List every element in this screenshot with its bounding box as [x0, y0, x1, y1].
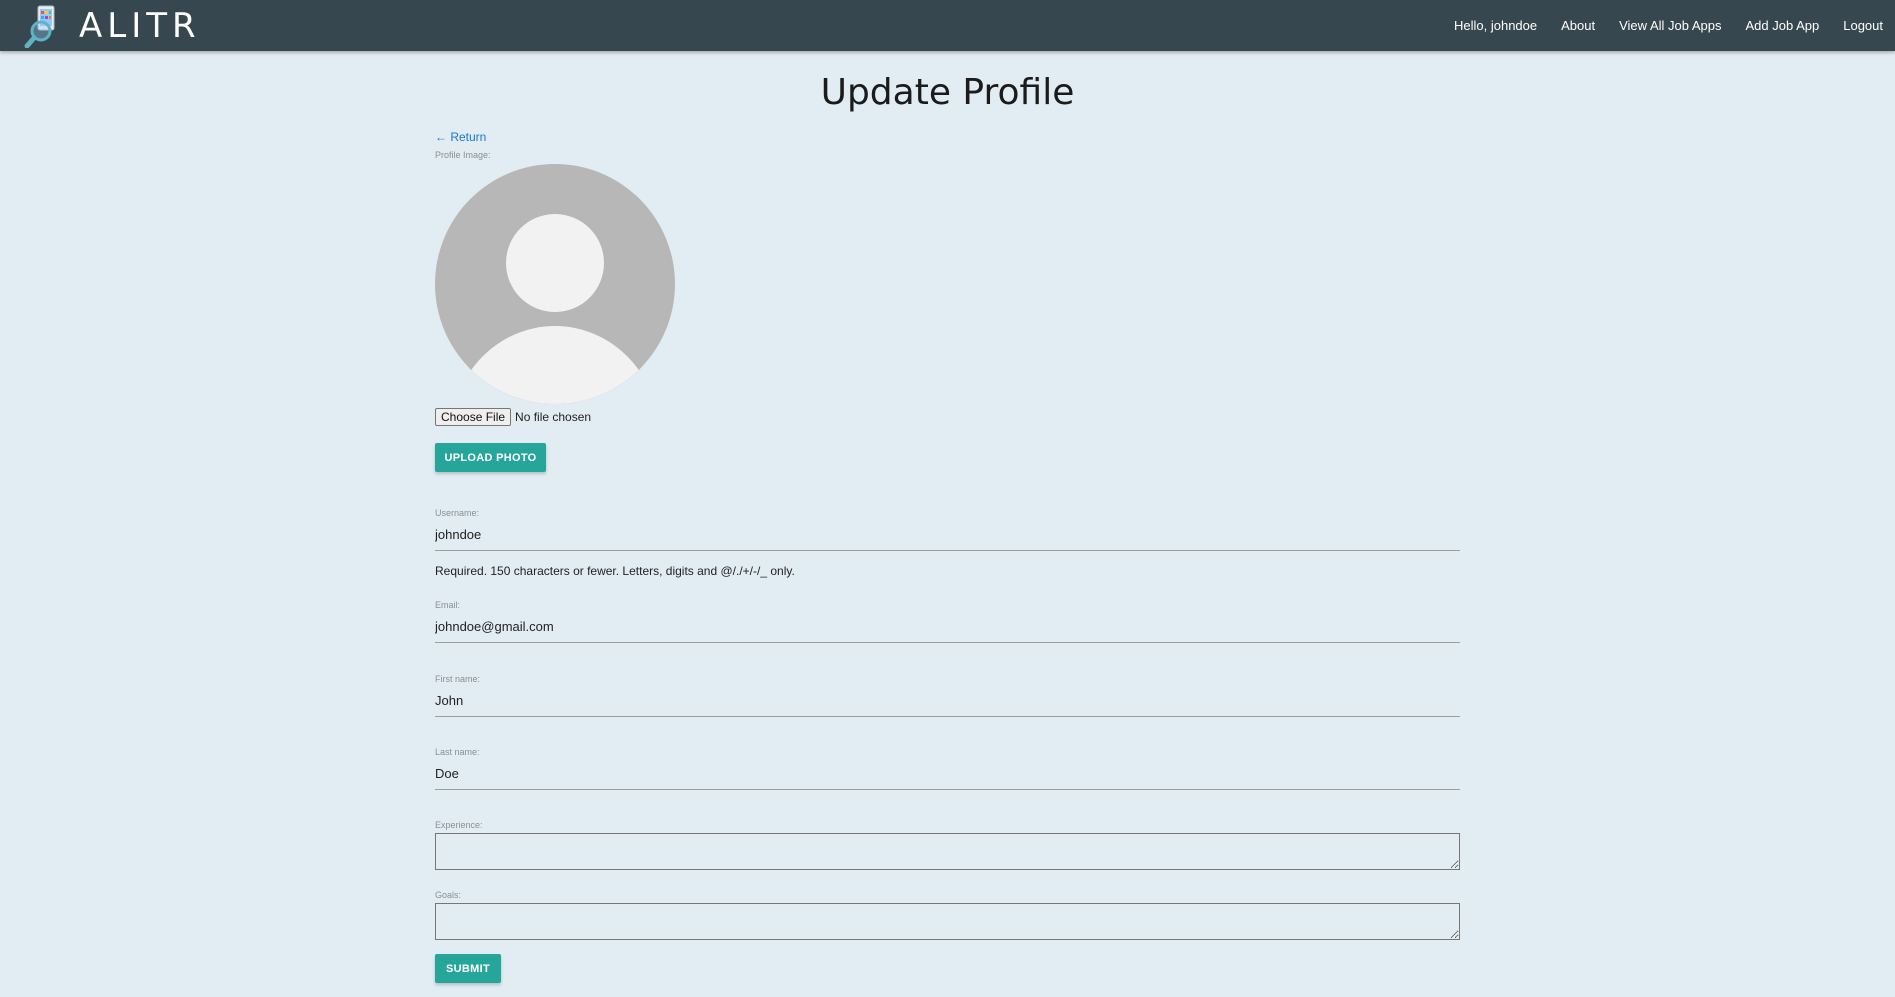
nav-links: Hello, johndoe About View All Job Apps A…	[1442, 0, 1895, 51]
brand-link[interactable]: ALITR	[24, 3, 201, 49]
nav-about-link[interactable]: About	[1549, 0, 1607, 51]
submit-button[interactable]: SUBMIT	[435, 954, 501, 983]
experience-textarea[interactable]	[435, 833, 1460, 870]
page-title: Update Profile	[820, 72, 1075, 113]
goals-label: Goals:	[435, 890, 462, 900]
username-input[interactable]	[435, 519, 1460, 551]
first-name-input[interactable]	[435, 685, 1460, 717]
experience-label: Experience:	[435, 820, 483, 830]
file-status-text: No file chosen	[515, 410, 592, 424]
nav-greeting: Hello, johndoe	[1454, 18, 1538, 33]
email-label: Email:	[435, 600, 461, 610]
experience-field-group: Experience:	[435, 819, 1460, 870]
magnifier-phone-logo-icon	[24, 5, 55, 48]
update-profile-form: ← Return Profile Image: Choose File No f…	[435, 128, 1460, 983]
return-link[interactable]: ← Return	[435, 130, 486, 144]
choose-file-button[interactable]: Choose File	[435, 408, 512, 426]
nav-add-job-app-link[interactable]: Add Job App	[1734, 0, 1832, 51]
first-name-field-group: First name:	[435, 673, 1460, 717]
last-name-label: Last name:	[435, 747, 480, 757]
file-input-row: Choose File No file chosen	[435, 408, 1460, 426]
email-field-group: Email:	[435, 599, 1460, 643]
upload-photo-button[interactable]: UPLOAD PHOTO	[435, 443, 546, 472]
navbar: ALITR Hello, johndoe About View All Job …	[0, 0, 1895, 51]
username-help-text: Required. 150 characters or fewer. Lette…	[435, 564, 795, 578]
nav-view-all-job-apps-link[interactable]: View All Job Apps	[1607, 0, 1733, 51]
email-input[interactable]	[435, 611, 1460, 643]
first-name-label: First name:	[435, 674, 481, 684]
profile-image-label: Profile Image:	[435, 150, 491, 160]
last-name-input[interactable]	[435, 758, 1460, 790]
default-avatar-icon	[435, 164, 675, 404]
username-field-group: Username:	[435, 507, 1460, 551]
username-label: Username:	[435, 508, 480, 518]
goals-textarea[interactable]	[435, 903, 1460, 940]
nav-logout-link[interactable]: Logout	[1831, 0, 1895, 51]
last-name-field-group: Last name:	[435, 746, 1460, 790]
brand-name: ALITR	[79, 6, 201, 46]
goals-field-group: Goals:	[435, 889, 1460, 940]
